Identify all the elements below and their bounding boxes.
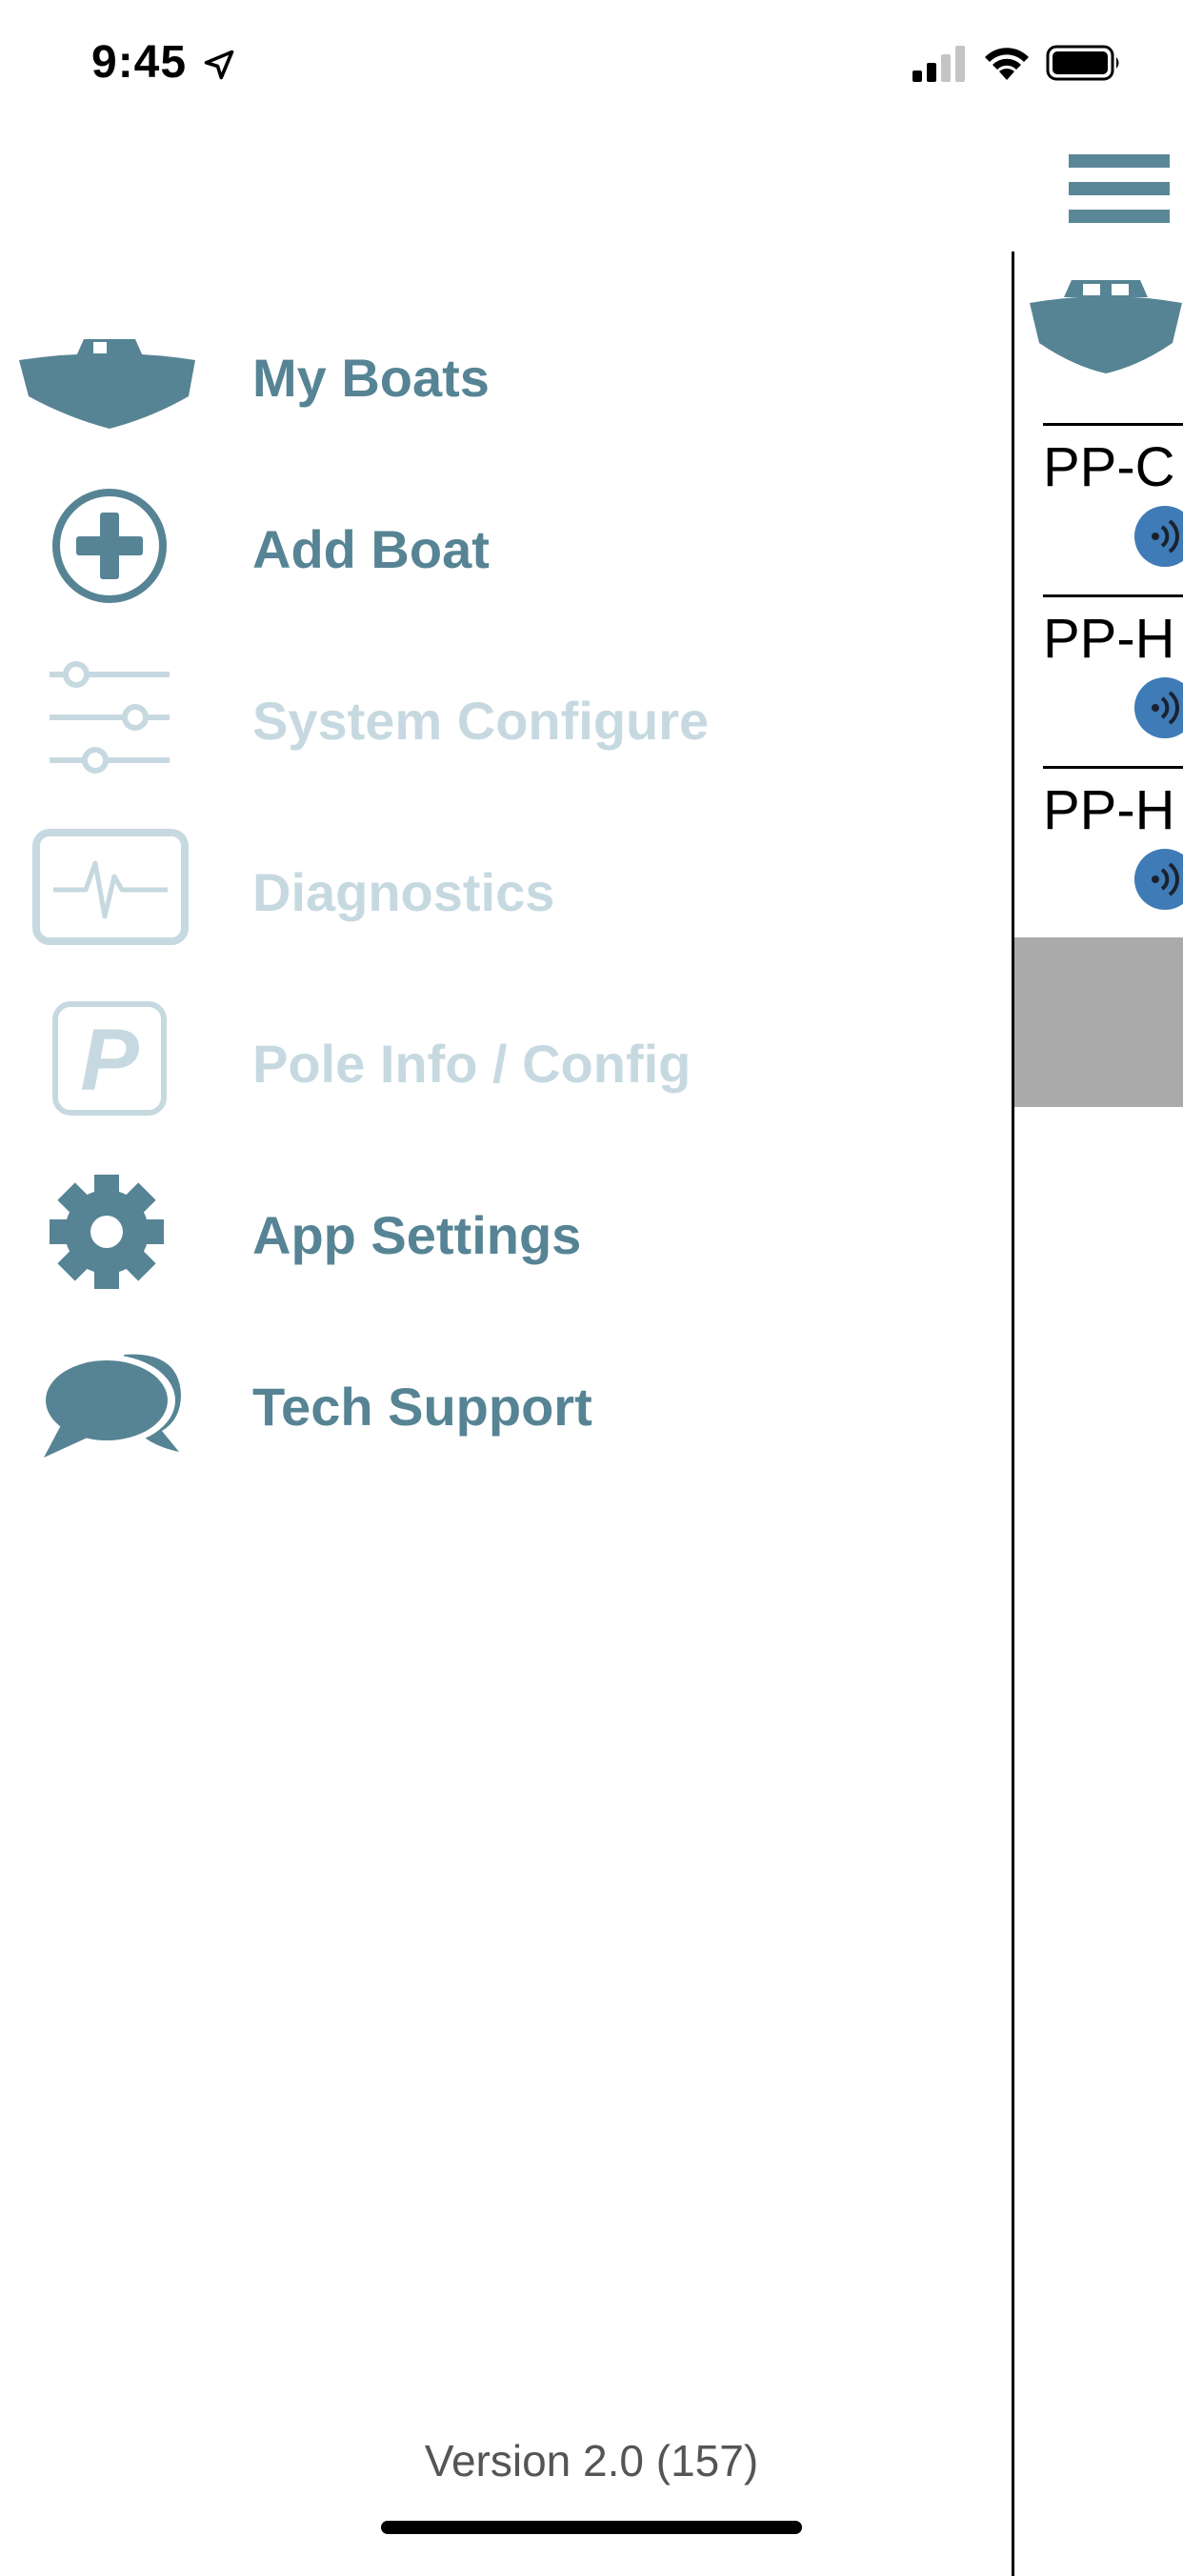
- menu-item-system-configure[interactable]: System Configure: [0, 646, 952, 789]
- signal-badge-icon: [1134, 849, 1183, 910]
- boat-name: PP-H: [1043, 608, 1175, 670]
- menu-label: Pole Info / Config: [252, 1034, 692, 1094]
- list-item[interactable]: PP-H: [1043, 594, 1183, 769]
- menu-label: Diagnostics: [252, 862, 555, 922]
- boat-icon: [1030, 280, 1182, 373]
- menu-label: My Boats: [252, 348, 490, 408]
- status-bar: 9:45: [0, 0, 1183, 133]
- background-boat-list: PP-C PP-H PP-H: [1012, 252, 1183, 2576]
- plus-circle-icon: [52, 489, 167, 603]
- menu-item-pole-info-config[interactable]: P Pole Info / Config: [0, 989, 952, 1132]
- cellular-signal-icon: [912, 46, 965, 82]
- heartbeat-monitor-icon: [32, 829, 189, 945]
- battery-icon: [1046, 45, 1119, 81]
- boat-icon: [19, 339, 195, 429]
- menu-label: System Configure: [252, 691, 710, 751]
- menu-label: App Settings: [252, 1205, 582, 1265]
- list-item[interactable]: PP-H: [1043, 766, 1183, 940]
- signal-badge-icon: [1134, 677, 1183, 738]
- hamburger-menu-icon[interactable]: [1069, 154, 1170, 223]
- menu-item-app-settings[interactable]: App Settings: [0, 1160, 952, 1303]
- menu-label: Tech Support: [252, 1377, 592, 1437]
- chat-bubbles-icon: [38, 1354, 181, 1458]
- version-label: Version 2.0 (157): [424, 2436, 759, 2485]
- menu-item-diagnostics[interactable]: Diagnostics: [0, 817, 952, 960]
- sliders-icon: [50, 661, 170, 774]
- menu-label: Add Boat: [252, 519, 490, 579]
- home-indicator[interactable]: [381, 2521, 802, 2534]
- gear-icon: [50, 1175, 164, 1289]
- boat-name: PP-H: [1043, 779, 1175, 841]
- signal-badge-icon: [1134, 506, 1183, 567]
- menu-item-my-boats[interactable]: My Boats: [0, 303, 952, 446]
- menu-item-add-boat[interactable]: Add Boat: [0, 474, 952, 617]
- svg-text:P: P: [80, 1012, 139, 1109]
- status-time: 9:45: [91, 37, 188, 88]
- location-arrow-icon: [204, 50, 234, 80]
- gray-band: [1014, 937, 1183, 1107]
- wifi-icon: [985, 48, 1029, 80]
- boat-name: PP-C: [1043, 436, 1175, 498]
- list-item[interactable]: PP-C: [1043, 423, 1183, 597]
- p-badge-icon: P: [52, 1001, 167, 1116]
- menu-item-tech-support[interactable]: Tech Support: [0, 1332, 952, 1475]
